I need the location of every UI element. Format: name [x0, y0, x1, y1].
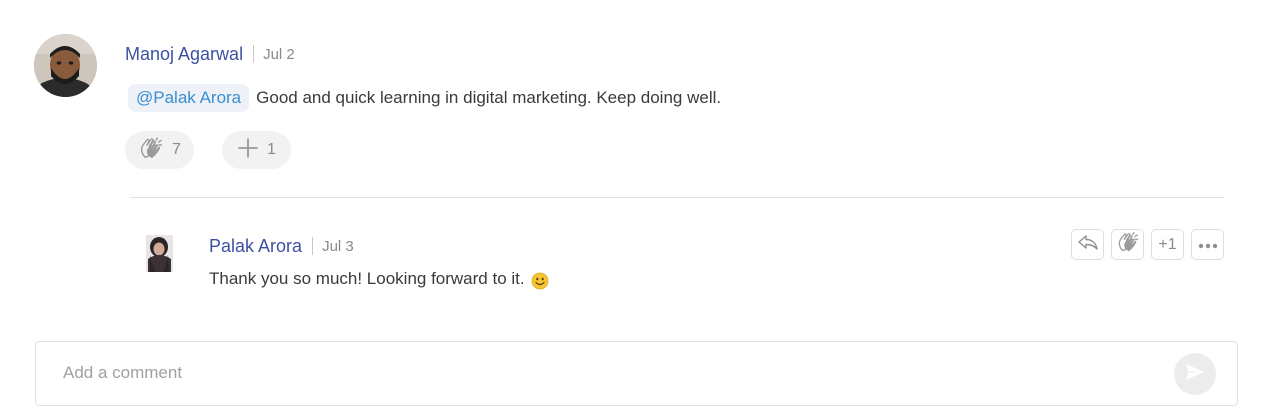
plus-count: 1 [267, 141, 276, 158]
more-icon [1198, 236, 1218, 254]
avatar-palak-arora[interactable] [146, 235, 173, 272]
add-comment-input[interactable] [63, 360, 1143, 386]
clap-reaction-button[interactable]: 7 [125, 131, 194, 169]
clap-count: 7 [172, 141, 181, 158]
comment-text: Good and quick learning in digital marke… [256, 88, 722, 107]
comment-composer [35, 341, 1238, 406]
reply-text: Thank you so much! Looking forward to it… [209, 269, 525, 288]
comment-date: Jul 2 [263, 45, 295, 63]
thread-divider [130, 197, 1224, 198]
comment-header: Manoj Agarwal Jul 2 [125, 42, 295, 66]
smiley-icon [531, 272, 549, 290]
mention-tag[interactable]: @Palak Arora [128, 84, 250, 112]
send-icon [1185, 363, 1205, 386]
send-button[interactable] [1174, 353, 1216, 395]
clap-icon [138, 136, 164, 165]
plus-one-reaction-button[interactable]: 1 [222, 131, 291, 169]
more-options-button[interactable] [1191, 229, 1224, 260]
comment-body: @Palak Arora Good and quick learning in … [128, 84, 721, 112]
header-separator [253, 45, 255, 63]
reply-icon [1077, 233, 1099, 256]
avatar-manoj-agarwal[interactable] [34, 34, 97, 97]
author-name[interactable]: Manoj Agarwal [125, 44, 243, 65]
reply-header: Palak Arora Jul 3 [209, 234, 354, 258]
clap-button[interactable] [1111, 229, 1144, 260]
clap-icon [1116, 230, 1140, 259]
plus-icon [237, 136, 259, 164]
plus-one-label: +1 [1158, 235, 1177, 253]
plus-one-button[interactable]: +1 [1151, 229, 1184, 260]
reply-header-separator [312, 237, 314, 255]
reply-button[interactable] [1071, 229, 1104, 260]
reply-date: Jul 3 [322, 237, 354, 255]
reply-author-name[interactable]: Palak Arora [209, 236, 302, 257]
reply-body: Thank you so much! Looking forward to it… [209, 266, 549, 292]
